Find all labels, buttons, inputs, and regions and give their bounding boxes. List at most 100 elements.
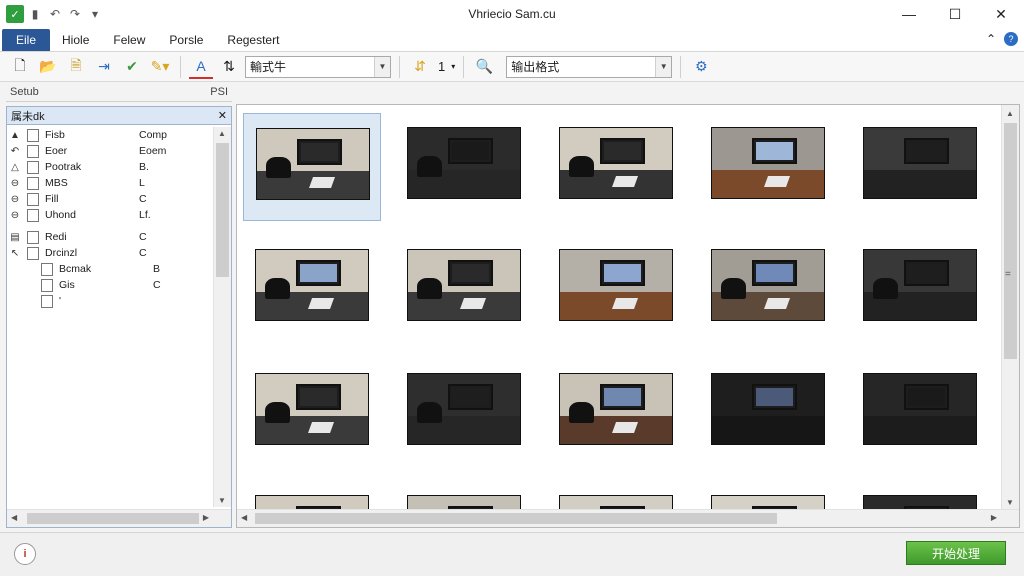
scroll-down-icon[interactable]: ▼: [1006, 498, 1014, 507]
expand-icon[interactable]: ⊖: [7, 210, 23, 221]
property-row[interactable]: ▲ Fisb Comp: [7, 127, 213, 143]
tab-people[interactable]: Porsle: [157, 29, 215, 51]
property-row[interactable]: ↶ Eoer Eoem: [7, 143, 213, 159]
help-icon[interactable]: ?: [1004, 32, 1018, 46]
collapse-ribbon-icon[interactable]: ⌃: [986, 32, 996, 46]
scroll-down-icon[interactable]: ▼: [218, 496, 226, 505]
count-value[interactable]: 1: [436, 59, 447, 74]
thumbnail-image: [711, 249, 825, 321]
maximize-button[interactable]: ☐: [932, 0, 978, 28]
property-row[interactable]: ↖ Drcinzl C: [7, 245, 213, 261]
export-icon[interactable]: ⇥: [92, 55, 116, 79]
thumbnail-item[interactable]: [699, 359, 837, 467]
expand-icon[interactable]: ↶: [7, 146, 23, 157]
property-row[interactable]: ▤ Redi C: [7, 229, 213, 245]
text-color-icon[interactable]: A: [189, 55, 213, 79]
thumbnail-item[interactable]: [547, 113, 685, 221]
property-name: Drcinzl: [45, 247, 78, 259]
property-row[interactable]: ⊖ MBS L: [7, 175, 213, 191]
property-value: C: [139, 231, 147, 243]
horizontal-scrollbar[interactable]: ◀ ▶: [7, 509, 231, 527]
output-format-value: 输出格式: [511, 60, 560, 74]
panel-title: 属未dk: [11, 110, 45, 123]
scroll-right-icon[interactable]: ▶: [991, 513, 997, 522]
thumbnail-item[interactable]: [851, 113, 989, 221]
property-name: Gis: [59, 279, 75, 291]
edit-dropdown-icon[interactable]: ✎▾: [148, 55, 172, 79]
scroll-thumb[interactable]: [216, 143, 229, 277]
vertical-scrollbar[interactable]: ▲ ▼: [213, 127, 231, 507]
format-combo[interactable]: 輸式牛 ▼: [245, 55, 391, 78]
scroll-thumb[interactable]: [1004, 123, 1017, 359]
sort-icon[interactable]: ⇵: [408, 55, 432, 79]
property-row[interactable]: Bcmak B: [7, 261, 213, 277]
thumbnail-item[interactable]: [243, 359, 381, 467]
property-row[interactable]: ': [7, 293, 213, 309]
list-icon[interactable]: ⇅: [217, 55, 241, 79]
document-icon: [27, 160, 39, 174]
gallery-vertical-scrollbar[interactable]: ▲ = ▼: [1001, 105, 1019, 511]
property-row[interactable]: Gis C: [7, 277, 213, 293]
expand-icon[interactable]: ▲: [7, 130, 23, 141]
thumbnail-item[interactable]: [243, 235, 381, 343]
property-row[interactable]: △ Pootrak B.: [7, 159, 213, 175]
toolbar-separator: [180, 55, 181, 78]
thumbnail-item[interactable]: [851, 359, 989, 467]
scroll-thumb[interactable]: [255, 513, 777, 524]
pin-label[interactable]: PSI: [210, 86, 228, 101]
expand-icon[interactable]: ⊖: [7, 194, 23, 205]
thumbnail-item[interactable]: [699, 113, 837, 221]
thumbnail-item[interactable]: [395, 113, 533, 221]
count-dropdown-icon[interactable]: ▾: [451, 62, 455, 71]
scroll-left-icon[interactable]: ◀: [241, 513, 247, 522]
close-button[interactable]: ✕: [978, 0, 1024, 28]
title-bar: ✓ ▮ ↶ ↷ ▾ Vhriecio Sam.cu — ☐ ✕: [0, 0, 1024, 28]
new-file-icon[interactable]: 🗋: [8, 55, 32, 79]
thumbnail-item[interactable]: [851, 235, 989, 343]
scroll-up-icon[interactable]: ▲: [1006, 109, 1014, 118]
check-icon[interactable]: ✔: [120, 55, 144, 79]
settings-icon[interactable]: ⚙: [689, 55, 713, 79]
expand-icon[interactable]: △: [7, 162, 23, 173]
scroll-up-icon[interactable]: ▲: [218, 129, 226, 138]
property-value: L: [139, 177, 145, 189]
thumbnail-image: [256, 128, 370, 200]
scroll-right-icon[interactable]: ▶: [203, 513, 209, 522]
chevron-down-icon[interactable]: ▼: [374, 56, 390, 77]
gallery-horizontal-scrollbar[interactable]: ◀ ▶: [237, 509, 1019, 527]
tab-view[interactable]: Felew: [101, 29, 157, 51]
minimize-button[interactable]: —: [886, 0, 932, 28]
thumbnail-item[interactable]: [547, 359, 685, 467]
tab-file[interactable]: Eile: [2, 29, 51, 51]
expand-icon[interactable]: ⊖: [7, 178, 23, 189]
close-icon[interactable]: ✕: [218, 109, 227, 122]
thumbnail-item[interactable]: [395, 359, 533, 467]
search-icon[interactable]: 🔍: [472, 55, 496, 79]
thumbnail-item[interactable]: [243, 113, 381, 221]
property-row[interactable]: ⊖ Fill C: [7, 191, 213, 207]
tab-home[interactable]: Hiole: [50, 29, 101, 51]
scroll-left-icon[interactable]: ◀: [11, 513, 17, 522]
thumbnail-item[interactable]: [699, 235, 837, 343]
document-icon: [41, 262, 53, 276]
output-format-combo[interactable]: 输出格式 ▼: [506, 55, 673, 78]
open-folder-icon[interactable]: 📂: [36, 55, 60, 79]
expand-icon[interactable]: ↖: [7, 248, 23, 259]
expand-icon[interactable]: ▤: [7, 232, 23, 243]
customize-icon[interactable]: ▾: [86, 5, 104, 23]
property-row[interactable]: ⊖ Uhond Lf.: [7, 207, 213, 223]
chevron-down-icon[interactable]: ▼: [655, 56, 672, 77]
property-name: Pootrak: [45, 161, 82, 173]
start-processing-button[interactable]: 开始处理: [906, 541, 1006, 565]
undo-icon[interactable]: ↶: [46, 5, 64, 23]
thumbnail-item[interactable]: [395, 235, 533, 343]
toolbar: 🗋 📂 🗎 ⇥ ✔ ✎▾ A ⇅ 輸式牛 ▼ ⇵ 1 ▾ 🔍 输出格式 ▼ ⚙: [0, 52, 1024, 82]
setup-header: Setub PSI: [6, 86, 232, 102]
document-icon[interactable]: 🗎: [64, 55, 88, 79]
redo-icon[interactable]: ↷: [66, 5, 84, 23]
thumbnail-item[interactable]: [547, 235, 685, 343]
tab-register[interactable]: Regestert: [215, 29, 291, 51]
info-icon[interactable]: i: [14, 543, 36, 565]
save-icon[interactable]: ▮: [26, 5, 44, 23]
scroll-thumb[interactable]: [27, 513, 199, 524]
